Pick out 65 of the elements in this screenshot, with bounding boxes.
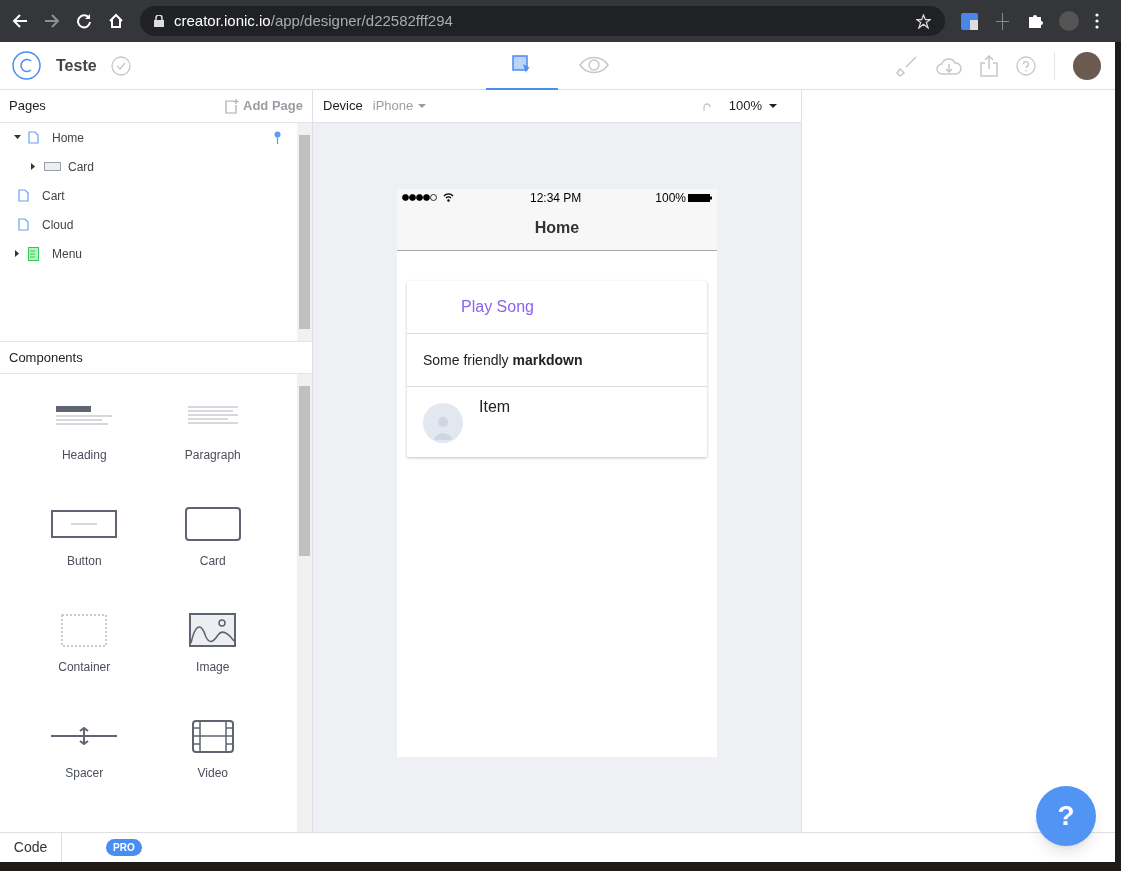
button-icon [51,510,118,538]
reload-icon[interactable] [76,13,92,29]
page-icon [18,218,29,231]
panel-title: Components [9,348,83,367]
project-title: Teste [56,55,97,76]
component-tile[interactable]: Video [148,716,277,822]
image-icon [189,613,237,647]
caret-icon [769,104,777,108]
more-icon[interactable] [1095,13,1099,29]
wifi-icon [443,193,454,202]
battery-icon [688,193,712,202]
phone-title: Home [534,218,580,238]
url-text: creator.ionic.io/app/designer/d22582fff294 [174,10,453,31]
zoom-dropdown[interactable]: 100% [728,96,777,116]
status-time: 12:34 PM [530,189,582,207]
forward-icon[interactable] [44,13,60,29]
pin-icon [274,131,281,144]
signal-icon [402,194,438,201]
pro-badge: PRO [106,839,142,856]
address-bar[interactable]: creator.ionic.io/app/designer/d22582fff294 [140,6,945,36]
code-tab[interactable]: Code [0,833,62,862]
translate-icon[interactable] [961,12,978,30]
caret-icon[interactable] [28,163,38,170]
container-icon [61,613,108,647]
logo-icon [12,51,41,80]
menu-page-icon [28,246,39,261]
battery-percent: 100% [655,189,686,207]
puzzle-icon[interactable] [1027,13,1043,29]
scrollbar[interactable] [297,374,312,832]
caret-icon[interactable] [12,250,22,257]
eye-icon [579,55,609,75]
card-icon [44,162,61,171]
add-page-icon [225,98,240,114]
tree-item[interactable]: Cart [42,186,65,205]
tree-item[interactable]: Menu [52,244,83,263]
page-icon [28,131,39,144]
card-icon [184,507,241,541]
back-icon[interactable] [12,13,28,29]
lock-icon [154,15,164,27]
play-song-button[interactable]: Play Song [461,295,534,319]
scrollbar[interactable] [297,123,312,341]
component-tile[interactable]: Button [20,504,149,610]
item-label: Item [479,397,511,417]
caret-icon [418,104,427,108]
home-icon[interactable] [108,13,124,29]
tree-item[interactable]: Cloud [42,215,74,234]
check-circle-icon [110,55,131,76]
user-avatar[interactable] [1073,51,1101,80]
star-icon[interactable] [916,13,931,29]
page-icon [18,189,29,202]
caret-icon[interactable] [12,134,22,141]
component-tile[interactable]: Paragraph [148,398,277,504]
tree-item[interactable]: Card [68,157,94,176]
component-tile[interactable]: Spacer [20,716,149,822]
panel-title: Pages [9,97,46,116]
device-label: Device [323,97,363,116]
component-tile[interactable]: Image [148,610,277,716]
component-tile[interactable]: Container [20,610,149,716]
component-tile[interactable]: Heading [20,398,149,504]
component-tile[interactable]: Card [148,504,277,610]
tree-item[interactable]: Home [52,128,84,147]
avatar-icon [423,403,463,443]
markdown-text: Some friendly markdown [423,350,583,370]
spacer-icon [51,727,118,745]
film-icon [191,719,234,753]
